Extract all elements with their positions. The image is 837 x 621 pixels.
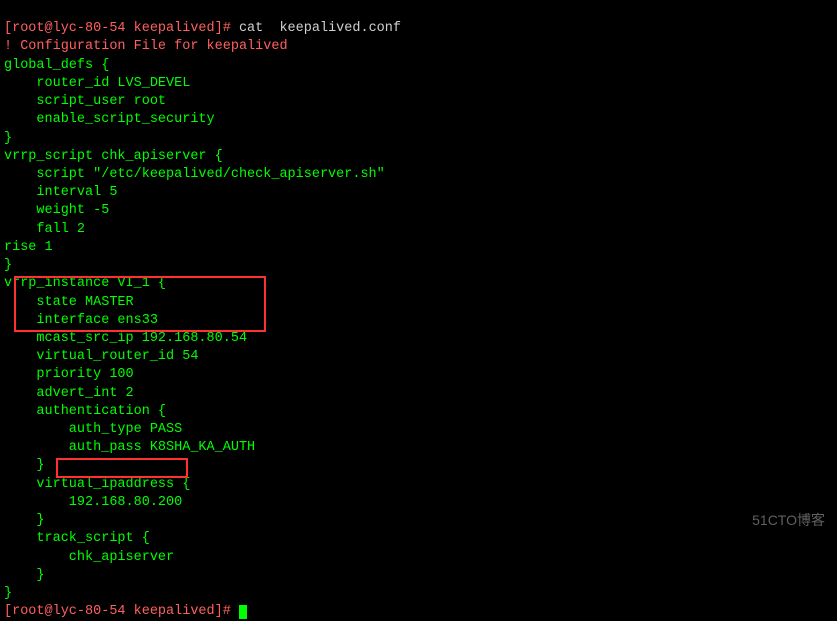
config-line: } [4,131,12,146]
config-line: router_id LVS_DEVEL [4,76,190,91]
config-line: 192.168.80.200 [4,495,182,510]
config-line: mcast_src_ip 192.168.80.54 [4,331,247,346]
config-line: weight -5 [4,203,109,218]
config-line: auth_pass K8SHA_KA_AUTH [4,440,255,455]
config-line: interface ens33 [4,313,158,328]
terminal-cursor [239,605,247,619]
config-line: } [4,458,45,473]
config-comment: ! Configuration File for keepalived [4,39,288,54]
config-line: chk_apiserver [4,550,174,565]
config-line: script "/etc/keepalived/check_apiserver.… [4,167,385,182]
config-line: global_defs { [4,58,109,73]
config-line: priority 100 [4,367,134,382]
config-line: fall 2 [4,222,85,237]
config-line: script_user root [4,94,166,109]
config-line: interval 5 [4,185,117,200]
config-line: rise 1 [4,240,53,255]
config-line: track_script { [4,531,150,546]
config-line: auth_type PASS [4,422,182,437]
config-line: } [4,258,12,273]
shell-prompt: [root@lyc-80-54 keepalived]# [4,21,231,36]
config-line: } [4,586,12,601]
config-line: state MASTER [4,295,134,310]
prompt-line-2[interactable]: [root@lyc-80-54 keepalived]# [4,604,247,619]
config-line: } [4,513,45,528]
config-line: virtual_ipaddress { [4,477,190,492]
config-line: authentication { [4,404,166,419]
prompt-line-1: [root@lyc-80-54 keepalived]# cat keepali… [4,21,401,36]
terminal-output: [root@lyc-80-54 keepalived]# cat keepali… [4,2,833,621]
config-line: enable_script_security [4,112,215,127]
shell-command: cat keepalived.conf [239,21,401,36]
config-line: virtual_router_id 54 [4,349,198,364]
config-line: vrrp_script chk_apiserver { [4,149,223,164]
config-line: } [4,568,45,583]
config-line: advert_int 2 [4,386,134,401]
shell-prompt: [root@lyc-80-54 keepalived]# [4,604,231,619]
config-line: vrrp_instance VI_1 { [4,276,166,291]
